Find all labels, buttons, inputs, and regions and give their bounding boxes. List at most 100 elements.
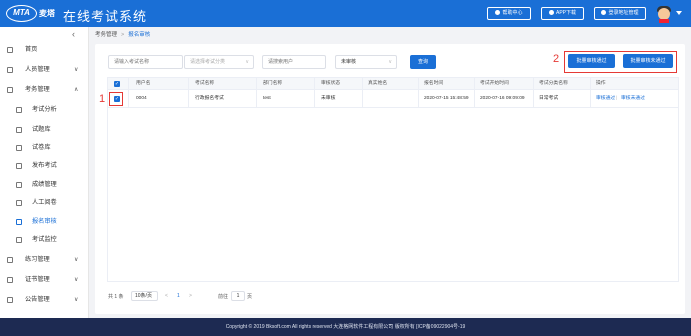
approve-link[interactable]: 审核通过	[596, 90, 615, 108]
reject-link[interactable]: 审核未通过	[621, 90, 645, 108]
column-header: 考试开始时间	[480, 81, 509, 86]
monitor-icon	[16, 237, 22, 243]
annotation-mark-2: 2	[553, 53, 560, 65]
chevron-up-icon: ∧	[74, 87, 79, 93]
footer: Copyright © 2019 Bksoft.com All rights r…	[0, 318, 691, 336]
help-center-label: 帮助中心	[502, 10, 523, 16]
breadcrumb-parent[interactable]: 考务管理	[95, 32, 117, 38]
pagination-total: 共 1 条	[108, 294, 124, 300]
question-bank-icon	[16, 127, 22, 133]
sidebar-item-signup-audit[interactable]: 报名审核	[0, 213, 89, 231]
login-address-button[interactable]: 登录地址管理	[594, 7, 646, 20]
sidebar-item-manual-grading[interactable]: 人工阅卷	[0, 194, 89, 212]
sidebar-item-certificate-management[interactable]: 证书管理 ∨	[0, 271, 89, 289]
cell-start-time: 2020-07-16 09:09:09	[480, 96, 525, 101]
column-header: 用户名	[136, 81, 151, 86]
sidebar-item-label: 试卷库	[32, 144, 51, 151]
sidebar-item-exam-management[interactable]: 考务管理 ∧	[0, 81, 89, 99]
sidebar-item-exam-monitor[interactable]: 考试监控	[0, 231, 89, 249]
paper-bank-icon	[16, 145, 22, 151]
breadcrumb-current: 报名审核	[128, 32, 151, 38]
sidebar-item-label: 试题库	[32, 126, 51, 133]
exam-name-input[interactable]	[108, 55, 183, 69]
chevron-down-icon: ∨	[74, 257, 79, 263]
login-address-label: 登录地址管理	[608, 10, 639, 16]
row-checkbox[interactable]: ✓	[114, 96, 120, 102]
sidebar-item-home[interactable]: 首页	[0, 41, 89, 59]
sidebar-item-label: 人工阅卷	[32, 199, 57, 206]
app-title: 在线考试系统	[63, 9, 148, 24]
collapse-sidebar-icon[interactable]: ‹	[72, 29, 75, 39]
sidebar-item-label: 证书管理	[25, 276, 50, 283]
cell-signup-time: 2020-07-15 15:48:59	[424, 96, 469, 101]
user-icon	[7, 67, 13, 73]
goto-label: 前往	[218, 294, 229, 300]
sidebar-item-paper-bank[interactable]: 试卷库	[0, 139, 89, 157]
column-header: 真实姓名	[368, 81, 388, 86]
sidebar-item-notice-management[interactable]: 公告管理 ∨	[0, 291, 89, 309]
sidebar-item-user-management[interactable]: 人员管理 ∨	[0, 61, 89, 79]
certificate-icon	[7, 277, 13, 283]
sidebar-item-score-management[interactable]: 成绩管理	[0, 176, 89, 194]
sidebar-item-label: 考试监控	[32, 236, 57, 243]
user-search-input[interactable]	[262, 55, 326, 69]
help-center-button[interactable]: 帮助中心	[487, 7, 531, 20]
cell-username: 0004	[136, 96, 147, 101]
exam-category-select[interactable]: 请选择考试分类	[184, 55, 254, 69]
grading-icon	[16, 200, 22, 206]
table-row[interactable]: ✓ 0004 行政报名考试 test 未审核 2020-07-15 15:48:…	[108, 90, 678, 108]
sidebar-item-exam-analysis[interactable]: 考试分析	[0, 101, 89, 119]
cell-department: test	[263, 96, 271, 101]
avatar-dropdown-icon[interactable]	[676, 11, 682, 15]
goto-page-input[interactable]: 1	[231, 291, 245, 301]
phone-icon	[548, 10, 554, 16]
column-header: 审核状态	[321, 81, 341, 86]
app-download-label: APP下载	[555, 10, 576, 16]
publish-icon	[16, 163, 22, 169]
audit-status-select[interactable]: 未审核	[335, 55, 397, 69]
page-suffix: 页	[247, 294, 253, 300]
cell-exam-name: 行政报名考试	[195, 96, 224, 101]
cell-status: 未审核	[321, 96, 336, 101]
chevron-down-icon: ∨	[74, 297, 79, 303]
logo: MTA 麦塔	[6, 5, 55, 22]
logo-badge: MTA	[6, 5, 37, 22]
exam-icon	[7, 87, 13, 93]
page-size-select[interactable]: 10条/页	[131, 291, 158, 301]
sidebar: ‹ 首页 人员管理 ∨ 考务管理 ∧ 考试分析 试题库 试卷库 发布考试 成绩管…	[0, 27, 89, 318]
logo-text: 麦塔	[39, 9, 55, 18]
page-number[interactable]: 1	[177, 293, 180, 299]
chevron-down-icon: ∨	[74, 277, 79, 283]
sidebar-item-question-bank[interactable]: 试题库	[0, 121, 89, 139]
query-button[interactable]: 查询	[410, 55, 436, 69]
sidebar-item-label: 首页	[25, 46, 38, 53]
cell-category: 日常考试	[539, 96, 559, 101]
sidebar-item-label: 练习管理	[25, 256, 50, 263]
home-icon	[7, 47, 13, 53]
column-header: 报名时间	[424, 81, 444, 86]
sidebar-item-practice-management[interactable]: 练习管理 ∨	[0, 251, 89, 269]
column-header: 考试名称	[195, 81, 215, 86]
audit-icon	[16, 219, 22, 225]
breadcrumb: 考务管理 > 报名审核	[95, 30, 150, 38]
next-page-icon[interactable]: >	[189, 293, 192, 299]
prev-page-icon[interactable]: <	[165, 293, 168, 299]
sidebar-item-publish-exam[interactable]: 发布考试	[0, 157, 89, 175]
column-header: 部门名称	[263, 81, 283, 86]
sidebar-item-label: 考务管理	[25, 86, 50, 93]
practice-icon	[7, 257, 13, 263]
select-all-checkbox[interactable]: ✓	[114, 81, 120, 87]
audit-table: ✓ 用户名 考试名称 部门名称 审核状态 真实姓名 报名时间 考试开始时间 考试…	[107, 77, 679, 282]
sidebar-item-label: 人员管理	[25, 66, 50, 73]
sidebar-item-label: 报名审核	[32, 218, 57, 225]
score-icon	[16, 182, 22, 188]
column-header: 操作	[596, 81, 606, 86]
avatar[interactable]	[656, 4, 673, 23]
sidebar-item-label: 考试分析	[32, 106, 57, 113]
app-download-button[interactable]: APP下载	[541, 7, 584, 20]
help-icon	[495, 10, 501, 16]
top-header: MTA 麦塔 在线考试系统 帮助中心 APP下载 登录地址管理	[0, 0, 691, 27]
highlight-batch-actions	[564, 51, 677, 73]
link-icon	[601, 10, 607, 16]
table-header: ✓ 用户名 考试名称 部门名称 审核状态 真实姓名 报名时间 考试开始时间 考试…	[108, 78, 678, 90]
